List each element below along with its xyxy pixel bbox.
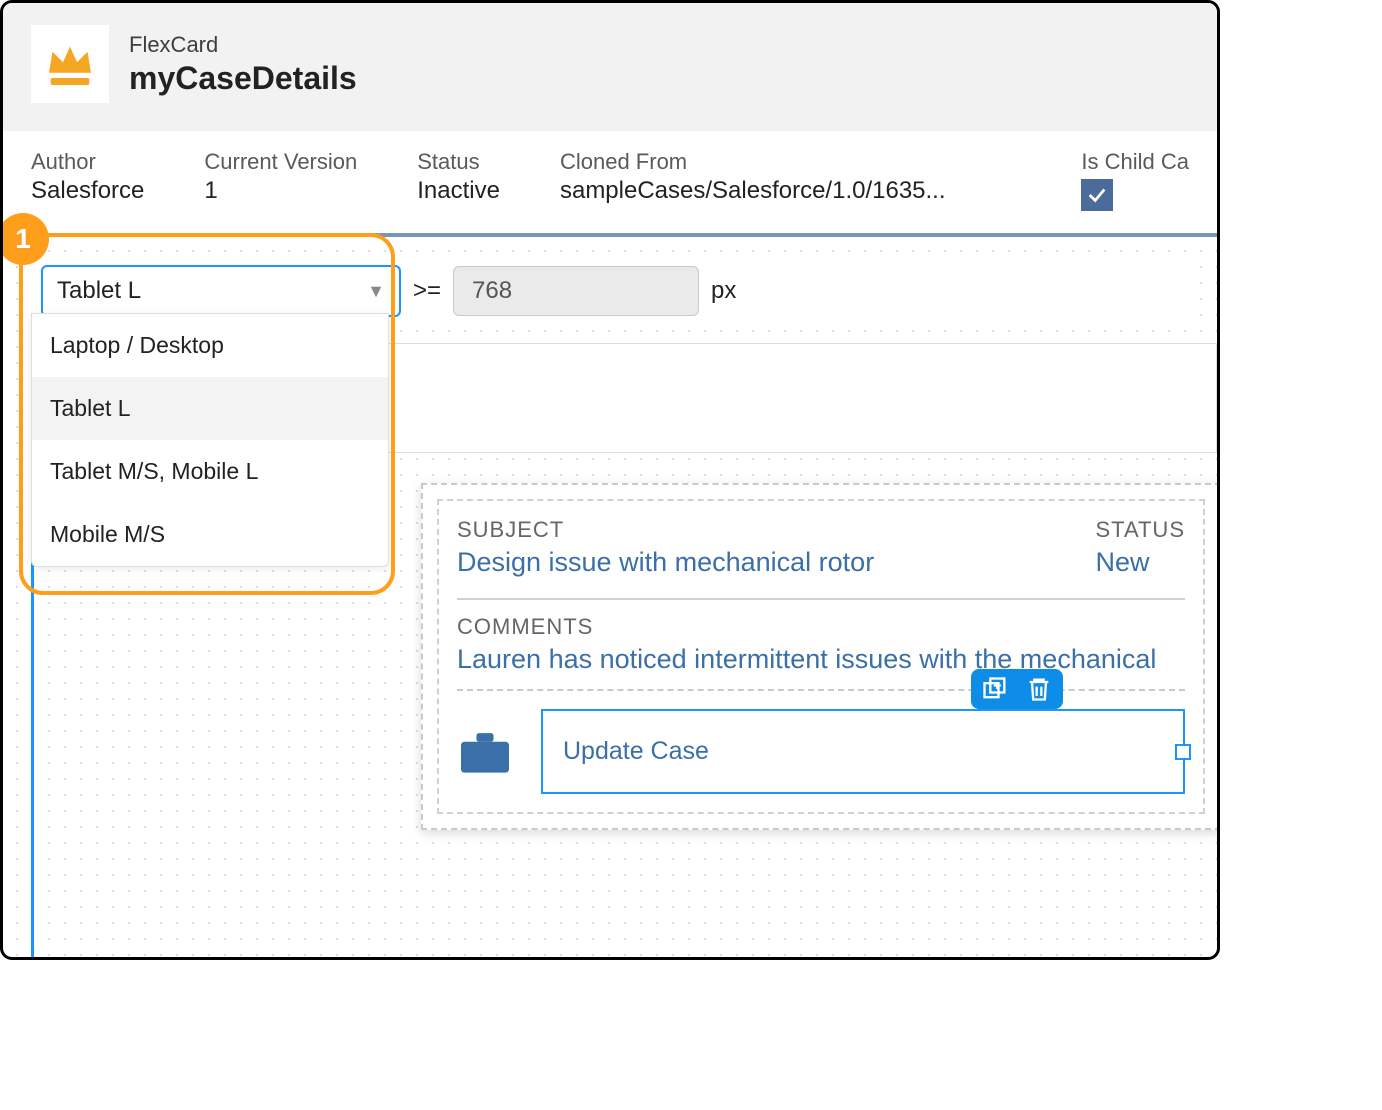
design-canvas[interactable]: 1 Tablet L ▼ >= px Laptop / Desktop Tabl… — [3, 237, 1217, 960]
page-title: myCaseDetails — [129, 60, 357, 97]
resize-handle[interactable] — [1175, 744, 1191, 760]
element-toolbar — [971, 669, 1063, 709]
device-option-tablet-ms-mobile-l[interactable]: Tablet M/S, Mobile L — [32, 440, 388, 503]
record-meta-row: Author Salesforce Current Version 1 Stat… — [3, 131, 1217, 237]
check-icon — [1086, 184, 1108, 206]
header-text: FlexCard myCaseDetails — [129, 32, 357, 97]
action-label: Update Case — [563, 737, 709, 765]
meta-cloned-from: Cloned From sampleCases/Salesforce/1.0/1… — [560, 149, 946, 211]
chevron-down-icon: ▼ — [367, 281, 385, 302]
unit-label: px — [711, 277, 736, 305]
action-element-selected[interactable]: Update Case — [541, 709, 1185, 794]
is-child-checkbox[interactable] — [1081, 179, 1113, 211]
page-header: FlexCard myCaseDetails — [3, 3, 1217, 131]
meta-status: Status Inactive — [417, 149, 500, 211]
meta-author: Author Salesforce — [31, 149, 144, 211]
field-subject[interactable]: SUBJECT Design issue with mechanical rot… — [457, 517, 1035, 578]
device-option-tablet-l[interactable]: Tablet L — [32, 377, 388, 440]
device-select-value: Tablet L — [57, 277, 141, 305]
flexcard-preview[interactable]: SUBJECT Design issue with mechanical rot… — [421, 483, 1220, 830]
device-option-laptop-desktop[interactable]: Laptop / Desktop — [32, 314, 388, 377]
device-select[interactable]: Tablet L ▼ — [41, 265, 401, 317]
device-dropdown: Laptop / Desktop Tablet L Tablet M/S, Mo… — [31, 313, 389, 567]
record-type-label: FlexCard — [129, 32, 357, 58]
briefcase-icon — [457, 728, 513, 776]
operator-label: >= — [413, 277, 441, 305]
trash-icon[interactable] — [1025, 675, 1053, 703]
field-status[interactable]: STATUS New — [1095, 517, 1185, 578]
field-comments[interactable]: COMMENTS Lauren has noticed intermittent… — [457, 614, 1156, 675]
card-body[interactable]: SUBJECT Design issue with mechanical rot… — [437, 499, 1205, 814]
meta-is-child-card: Is Child Ca — [1081, 149, 1189, 211]
divider — [457, 598, 1185, 600]
device-option-mobile-ms[interactable]: Mobile M/S — [32, 503, 388, 566]
clone-icon[interactable] — [981, 675, 1009, 703]
flexcard-logo — [31, 25, 109, 103]
crown-icon — [42, 36, 98, 92]
pixel-width-input[interactable] — [453, 266, 699, 316]
action-row[interactable]: Update Case — [457, 689, 1185, 812]
app-frame: FlexCard myCaseDetails Author Salesforce… — [0, 0, 1220, 960]
meta-version: Current Version 1 — [204, 149, 357, 211]
